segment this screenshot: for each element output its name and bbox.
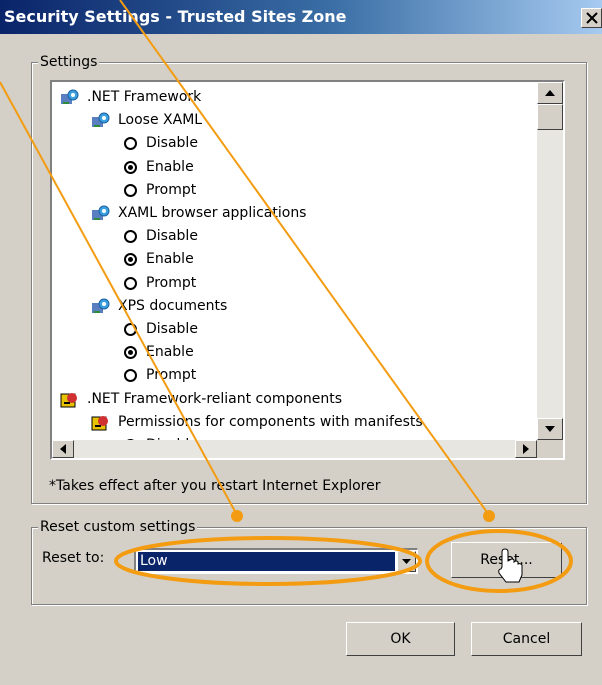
settings-group-label: Settings <box>38 53 100 71</box>
radio-icon[interactable] <box>124 137 137 151</box>
components-icon <box>60 390 80 410</box>
arrow-up-icon <box>545 90 555 96</box>
setting-label: Prompt <box>146 181 197 198</box>
arrow-left-icon <box>60 444 66 454</box>
cancel-button-label: Cancel <box>502 631 551 647</box>
arrow-right-icon <box>523 444 529 454</box>
scroll-left-button[interactable] <box>52 440 74 458</box>
annotation-dot <box>483 510 495 522</box>
restart-note: *Takes effect after you restart Internet… <box>49 478 381 494</box>
radio-icon[interactable] <box>124 276 137 290</box>
reset-group-label: Reset custom settings <box>38 518 198 536</box>
settings-tree[interactable]: .NET Framework Loose XAML Disable Enable Pro… <box>50 80 565 460</box>
setting-label: Prompt <box>146 274 197 291</box>
radio-selected-icon[interactable] <box>124 253 137 267</box>
setting-label: XAML browser applications <box>118 205 307 221</box>
title-bar[interactable]: Security Settings - Trusted Sites Zone <box>0 0 602 34</box>
setting-label: XPS documents <box>118 297 228 314</box>
annotation-dot <box>231 510 243 522</box>
setting-label: .NET Framework <box>87 89 202 105</box>
scroll-up-button[interactable] <box>537 82 563 104</box>
vertical-scrollbar[interactable] <box>537 82 563 440</box>
ok-button-label: OK <box>390 631 411 647</box>
scroll-corner <box>537 440 563 458</box>
gear-net-icon <box>91 297 111 317</box>
cancel-button[interactable]: Cancel <box>471 622 582 656</box>
reset-to-label: Reset to: <box>42 550 105 566</box>
reset-button-label: Reset... <box>480 552 533 568</box>
radio-selected-icon[interactable] <box>124 346 137 360</box>
setting-label: Prompt <box>146 367 197 384</box>
ok-button[interactable]: OK <box>346 622 455 656</box>
setting-label: Enable <box>146 158 194 175</box>
close-icon <box>586 12 598 24</box>
radio-icon[interactable] <box>124 323 137 336</box>
setting-label: Permissions for components with manifest… <box>118 413 423 430</box>
setting-label: Enable <box>146 344 194 361</box>
security-settings-dialog: Security Settings - Trusted Sites Zone S… <box>0 0 602 685</box>
setting-label: Enable <box>146 251 194 268</box>
radio-selected-icon[interactable] <box>124 160 137 174</box>
setting-label: Loose XAML <box>118 112 203 129</box>
components-icon <box>91 413 111 433</box>
setting-label: Disable <box>146 135 198 152</box>
arrow-down-icon <box>545 426 555 432</box>
reset-button[interactable]: Reset... <box>451 542 562 578</box>
gear-net-icon <box>91 111 111 131</box>
horizontal-scrollbar[interactable] <box>52 440 537 458</box>
reset-level-value: Low <box>138 552 395 571</box>
gear-net-icon <box>91 204 111 224</box>
setting-label: Disable <box>146 321 198 337</box>
dropdown-button[interactable] <box>397 551 416 572</box>
scroll-down-button[interactable] <box>537 418 563 440</box>
reset-level-select[interactable]: Low <box>134 548 418 574</box>
scroll-thumb[interactable] <box>537 104 563 130</box>
chevron-down-icon <box>402 559 411 564</box>
radio-icon[interactable] <box>124 183 137 197</box>
close-button[interactable] <box>581 8 602 28</box>
gear-net-icon <box>60 88 80 108</box>
radio-icon[interactable] <box>124 230 137 244</box>
radio-icon[interactable] <box>124 369 137 383</box>
window-title: Security Settings - Trusted Sites Zone <box>4 7 347 26</box>
setting-label: Disable <box>146 228 198 245</box>
setting-label: .NET Framework-reliant components <box>87 390 343 407</box>
scroll-right-button[interactable] <box>515 440 537 458</box>
